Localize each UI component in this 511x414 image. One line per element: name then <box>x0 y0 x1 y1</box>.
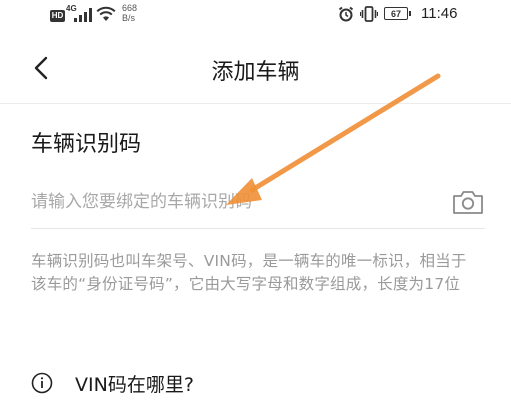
battery-indicator: 67 <box>384 7 411 20</box>
vibrate-icon <box>360 6 378 22</box>
speed-value: 668 <box>122 3 138 13</box>
help-link-label: VIN码在哪里? <box>75 373 194 396</box>
scan-camera-button[interactable] <box>451 188 485 216</box>
wifi-icon <box>96 6 116 21</box>
vin-input-row <box>31 176 485 229</box>
vin-section-title: 车辆识别码 <box>31 132 142 157</box>
vin-input[interactable] <box>31 184 431 220</box>
app-header: 添加车辆 <box>0 32 511 104</box>
alarm-icon <box>338 6 354 22</box>
speed-unit: B/s <box>122 13 136 23</box>
info-circle-icon <box>31 372 53 394</box>
status-bar: HD 4G 668 B/s 67 11:46 <box>0 0 511 32</box>
network-speed: 668 B/s <box>122 3 137 23</box>
hd-badge: HD <box>50 10 65 22</box>
page-title: 添加车辆 <box>211 60 300 85</box>
vin-description: 车辆识别码也叫车架号、VIN码，是一辆车的唯一标识，相当于该车的“身份证号码”，… <box>31 252 467 293</box>
signal-icon <box>74 8 92 22</box>
vin-location-help[interactable]: VIN码在哪里? <box>31 368 194 398</box>
clock: 11:46 <box>421 5 458 22</box>
camera-icon <box>453 191 483 214</box>
